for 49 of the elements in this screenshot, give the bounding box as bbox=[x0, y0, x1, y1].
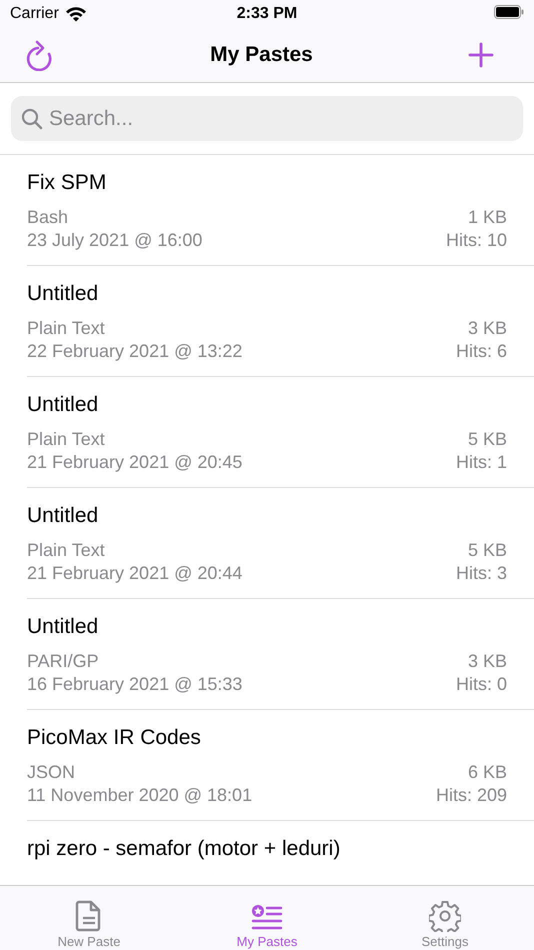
paste-date: 23 July 2021 @ 16:00 bbox=[27, 229, 202, 252]
paste-language: Plain Text bbox=[27, 539, 105, 562]
settings-icon bbox=[429, 900, 461, 932]
paste-title: Untitled bbox=[27, 615, 100, 639]
paste-row[interactable]: Untitled Plain Text 5 KB 21 February 2021 @ 20:45 Hits: 1 bbox=[27, 377, 534, 488]
paste-hits: Hits: 10 bbox=[446, 229, 507, 252]
carrier-label: Carrier bbox=[10, 5, 59, 23]
paste-size: 3 KB bbox=[468, 317, 507, 340]
document-icon bbox=[75, 900, 103, 932]
paste-row[interactable]: Untitled Plain Text 5 KB 21 February 2021 @ 20:44 Hits: 3 bbox=[27, 488, 534, 599]
paste-date: 11 November 2020 @ 18:01 bbox=[27, 784, 252, 807]
paste-hits: Hits: 209 bbox=[436, 784, 507, 807]
paste-hits: Hits: 0 bbox=[456, 673, 507, 696]
nav-title: My Pastes bbox=[210, 43, 313, 67]
paste-title: Untitled bbox=[27, 504, 100, 528]
paste-row[interactable]: Untitled Plain Text 3 KB 22 February 2021 @ 13:22 Hits: 6 bbox=[27, 266, 534, 377]
wifi-icon bbox=[64, 6, 87, 22]
search-field[interactable]: Search... bbox=[11, 96, 523, 141]
battery-icon bbox=[494, 4, 524, 18]
paste-size: 1 KB bbox=[468, 206, 507, 229]
paste-size: 6 KB bbox=[468, 761, 507, 784]
paste-language: Plain Text bbox=[27, 428, 105, 451]
paste-date: 16 February 2021 @ 15:33 bbox=[27, 673, 242, 696]
status-time: 2:33 PM bbox=[236, 5, 298, 23]
paste-hits: Hits: 1 bbox=[456, 451, 507, 474]
paste-date: 21 February 2021 @ 20:45 bbox=[27, 451, 242, 474]
paste-hits: Hits: 6 bbox=[456, 340, 507, 363]
paste-language: Plain Text bbox=[27, 317, 105, 340]
paste-language: PARI/GP bbox=[27, 650, 99, 673]
paste-size: 5 KB bbox=[468, 428, 507, 451]
paste-date: 22 February 2021 @ 13:22 bbox=[27, 340, 242, 363]
paste-language: JSON bbox=[27, 761, 76, 784]
paste-date: 21 February 2021 @ 20:44 bbox=[27, 562, 242, 585]
paste-title: Untitled bbox=[27, 393, 100, 417]
paste-row[interactable]: PicoMax IR Codes JSON 6 KB 11 November 2020 @ 18:01 Hits: 209 bbox=[27, 710, 534, 821]
paste-title: rpi zero - semafor (motor + leduri) bbox=[27, 837, 342, 861]
paste-row[interactable]: Fix SPM Bash 1 KB 23 July 2021 @ 16:00 Hits: 10 bbox=[27, 155, 534, 266]
starred-list-icon bbox=[251, 904, 283, 932]
paste-hits: Hits: 3 bbox=[456, 562, 507, 585]
paste-title: Fix SPM bbox=[27, 171, 108, 195]
search-icon bbox=[21, 108, 43, 130]
paste-language: Bash bbox=[27, 206, 68, 229]
paste-row[interactable]: Untitled PARI/GP 3 KB 16 February 2021 @ 15:33 Hits: 0 bbox=[27, 599, 534, 710]
paste-size: 3 KB bbox=[468, 650, 507, 673]
paste-title: Untitled bbox=[27, 282, 100, 306]
add-icon[interactable] bbox=[468, 42, 494, 68]
paste-size: 5 KB bbox=[468, 539, 507, 562]
paste-title: PicoMax IR Codes bbox=[27, 726, 202, 750]
tab[interactable]: My Pastes bbox=[178, 886, 356, 950]
